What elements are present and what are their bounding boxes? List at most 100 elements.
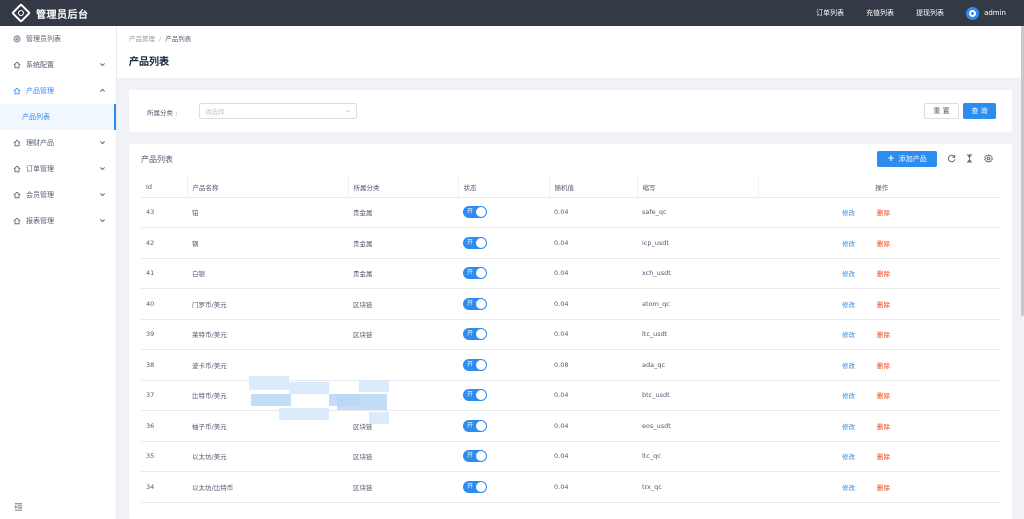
query-button[interactable]: 查 询 xyxy=(963,103,996,119)
status-toggle[interactable]: 开 xyxy=(463,358,487,371)
sidebar-item-admin-list[interactable]: 管理员列表 xyxy=(0,26,116,52)
chevron-down-icon xyxy=(100,141,105,145)
delete-link[interactable]: 删除 xyxy=(877,423,890,431)
cell-category: 区块链 xyxy=(348,319,458,350)
status-toggle[interactable]: 开 xyxy=(463,206,487,219)
cell-category: 区块链 xyxy=(348,288,458,320)
sidebar-item-label: 会员管理 xyxy=(26,191,54,199)
sidebar-item-label: 系统配置 xyxy=(26,61,54,69)
user-menu[interactable]: admin xyxy=(966,6,1006,20)
app-title: 管理员后台 xyxy=(36,9,89,21)
delete-link[interactable]: 删除 xyxy=(877,209,890,217)
avatar xyxy=(966,6,980,20)
column-height-icon[interactable] xyxy=(965,154,974,163)
sidebar-item-order-management[interactable]: 订单管理 xyxy=(0,156,116,182)
delete-link[interactable]: 删除 xyxy=(877,362,890,370)
cell-random-value: 0.04 xyxy=(549,227,637,259)
sidebar-item-wealth-products[interactable]: 理财产品 xyxy=(0,130,116,156)
chevron-down-icon xyxy=(100,167,105,171)
nav-link-orders[interactable]: 订单列表 xyxy=(816,8,844,18)
delete-link[interactable]: 删除 xyxy=(877,331,890,339)
edit-link[interactable]: 修改 xyxy=(842,423,855,431)
sidebar-item-report-management[interactable]: 报表管理 xyxy=(0,208,116,234)
sidebar-subitem-label: 产品列表 xyxy=(22,113,50,121)
edit-link[interactable]: 修改 xyxy=(842,484,855,492)
breadcrumb-current: 产品列表 xyxy=(165,35,192,43)
edit-link[interactable]: 修改 xyxy=(842,331,855,339)
toggle-knob xyxy=(476,481,486,492)
delete-link[interactable]: 删除 xyxy=(877,240,890,248)
cell-id: 38 xyxy=(141,349,187,381)
cell-status: 开 xyxy=(458,349,549,381)
breadcrumb-separator: / xyxy=(159,35,162,43)
toggle-knob xyxy=(476,359,486,370)
cell-random-value: 0.04 xyxy=(549,319,637,350)
cell-status: 开 xyxy=(458,227,549,259)
cell-product-name: 白银 xyxy=(187,258,348,289)
edit-link[interactable]: 修改 xyxy=(842,392,855,400)
edit-link[interactable]: 修改 xyxy=(842,209,855,217)
cell-product-name: 莱特币/美元 xyxy=(187,319,348,350)
edit-link[interactable]: 修改 xyxy=(842,362,855,370)
column-header-name: 产品名称 xyxy=(187,177,349,198)
reset-button[interactable]: 重 置 xyxy=(924,103,959,119)
cell-random-value: 0.04 xyxy=(549,410,637,442)
edit-link[interactable]: 修改 xyxy=(842,270,855,278)
delete-link[interactable]: 删除 xyxy=(877,453,890,461)
status-toggle[interactable]: 开 xyxy=(463,297,487,310)
settings-icon[interactable] xyxy=(984,154,993,163)
table-row: 35 以太坊/美元 区块链 开 0.04 ltc_qc 修改 删除 xyxy=(141,441,1000,472)
add-product-button[interactable]: + 添加产品 xyxy=(877,151,937,167)
category-select[interactable]: 请选择 xyxy=(199,103,357,119)
sidebar-item-product-management[interactable]: 产品管理 xyxy=(0,78,116,104)
sidebar-item-member-management[interactable]: 会员管理 xyxy=(0,182,116,208)
cell-random-value: 0.04 xyxy=(549,441,637,472)
table-title: 产品列表 xyxy=(141,155,173,164)
cell-id: 35 xyxy=(141,441,187,472)
brand[interactable]: 管理员后台 xyxy=(0,3,118,23)
cell-random-value: 0.04 xyxy=(549,288,637,320)
breadcrumb-parent[interactable]: 产品管理 xyxy=(129,35,155,43)
status-toggle[interactable]: 开 xyxy=(463,389,487,402)
pixelated-redaction xyxy=(359,380,389,392)
refresh-icon[interactable] xyxy=(947,154,956,163)
status-toggle[interactable]: 开 xyxy=(463,450,487,463)
cell-product-name: 门罗币/美元 xyxy=(187,288,348,320)
status-toggle[interactable]: 开 xyxy=(463,480,487,493)
status-toggle[interactable]: 开 xyxy=(463,267,487,280)
delete-link[interactable]: 删除 xyxy=(877,484,890,492)
toggle-label: 开 xyxy=(467,299,474,307)
status-toggle[interactable]: 开 xyxy=(463,328,487,341)
sidebar-subitem-product-list[interactable]: 产品列表 xyxy=(0,104,116,130)
status-toggle[interactable]: 开 xyxy=(463,419,487,432)
cell-actions: 修改 删除 xyxy=(758,471,1000,503)
pixelated-redaction xyxy=(251,394,291,406)
cell-status: 开 xyxy=(458,410,549,442)
product-table-card: 产品列表 + 添加产品 Id 产品名称 所属分类 状态 随机值 缩写 操作 43… xyxy=(129,144,1012,519)
cell-actions: 修改 删除 xyxy=(758,441,1000,472)
pixelated-redaction xyxy=(337,394,387,410)
cell-actions: 修改 删除 xyxy=(758,258,1000,289)
table-row: 36 柚子币/美元 区块链开 0.04 eos_usdt 修改 删除 xyxy=(141,410,1000,442)
status-toggle[interactable]: 开 xyxy=(463,236,487,249)
sidebar-item-system-config[interactable]: 系统配置 xyxy=(0,52,116,78)
cell-status: 开 xyxy=(458,197,549,228)
edit-link[interactable]: 修改 xyxy=(842,453,855,461)
chevron-down-icon xyxy=(345,109,351,113)
edit-link[interactable]: 修改 xyxy=(842,301,855,309)
delete-link[interactable]: 删除 xyxy=(877,301,890,309)
delete-link[interactable]: 删除 xyxy=(877,392,890,400)
toggle-label: 开 xyxy=(467,238,474,246)
collapse-menu-icon[interactable] xyxy=(14,502,23,511)
nav-link-recharges[interactable]: 充值列表 xyxy=(866,8,894,18)
chevron-down-icon xyxy=(100,193,105,197)
category-filter-label: 所属分类 : xyxy=(147,109,178,117)
delete-link[interactable]: 删除 xyxy=(877,270,890,278)
edit-link[interactable]: 修改 xyxy=(842,240,855,248)
column-header-category: 所属分类 xyxy=(348,177,459,198)
cell-product-name: 以太坊/美元 xyxy=(187,441,348,472)
cell-actions: 修改 删除 xyxy=(758,288,1000,320)
table-header-row: Id 产品名称 所属分类 状态 随机值 缩写 操作 xyxy=(141,177,1000,198)
nav-link-withdrawals[interactable]: 提现列表 xyxy=(916,8,944,18)
pixelated-redaction xyxy=(279,408,329,420)
